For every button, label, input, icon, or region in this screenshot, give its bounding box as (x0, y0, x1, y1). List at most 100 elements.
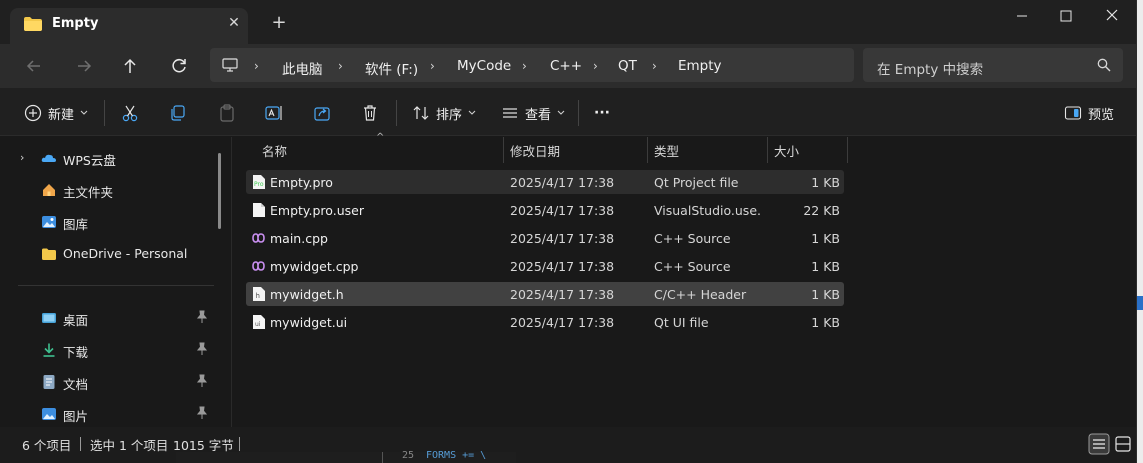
preview-pane-button[interactable]: 预览 (1064, 102, 1114, 124)
view-button[interactable]: 查看 (501, 102, 565, 124)
file-size: 1 KB (811, 259, 840, 274)
sidebar-item-gallery[interactable]: 图库 (0, 210, 216, 234)
status-bar: 6 个项目 选中 1 个项目 1015 字节 (0, 427, 1136, 463)
tab-empty[interactable]: Empty ✕ (10, 8, 248, 44)
pin-icon[interactable] (196, 342, 208, 356)
forward-arrow-icon[interactable] (72, 54, 96, 78)
share-icon[interactable] (312, 103, 332, 123)
pin-icon[interactable] (196, 406, 208, 420)
editor-line-number: 25 (402, 450, 415, 461)
cpp-source-icon (252, 233, 265, 243)
sidebar-item-label: 文档 (63, 377, 89, 392)
search-input[interactable]: 在 Empty 中搜索 (863, 48, 1123, 82)
sort-button[interactable]: 排序 (412, 102, 476, 124)
table-row[interactable]: main.cpp 2025/4/17 17:38 C++ Source 1 KB (246, 226, 844, 250)
sort-icon (413, 106, 429, 120)
cloud-icon (41, 154, 56, 162)
breadcrumb-separator: › (430, 59, 435, 73)
sidebar-item-label: WPS云盘 (63, 153, 116, 168)
preview-label: 预览 (1088, 107, 1115, 123)
sidebar-item-onedrive[interactable]: OneDrive - Personal (0, 242, 216, 266)
folder-icon (24, 17, 42, 31)
paste-icon[interactable] (217, 103, 237, 123)
chevron-down-icon (557, 110, 565, 115)
qt-project-icon: Pro (253, 175, 265, 189)
file-modified: 2025/4/17 17:38 (510, 287, 615, 302)
rename-icon[interactable] (264, 103, 284, 123)
file-type: C++ Source (654, 259, 731, 274)
up-arrow-icon[interactable] (118, 54, 142, 78)
column-header-type[interactable]: 类型 (654, 141, 679, 163)
table-row[interactable]: h mywidget.h 2025/4/17 17:38 C/C++ Heade… (246, 282, 844, 306)
new-button[interactable]: 新建 (24, 102, 88, 124)
column-divider[interactable] (503, 137, 504, 163)
tiles-view-icon[interactable] (1112, 433, 1134, 455)
column-divider[interactable] (647, 137, 648, 163)
close-window-button[interactable] (1101, 6, 1123, 26)
cut-icon[interactable] (120, 103, 140, 123)
svg-text:ui: ui (255, 321, 261, 328)
sidebar-item-label: 图库 (63, 217, 89, 232)
pin-icon[interactable] (196, 310, 208, 324)
sidebar-item-downloads[interactable]: 下载 (0, 338, 216, 362)
breadcrumb-mycode[interactable]: MyCode (457, 58, 511, 74)
file-modified: 2025/4/17 17:38 (510, 259, 615, 274)
breadcrumb-this-pc[interactable]: 此电脑 (282, 58, 323, 78)
address-bar[interactable]: › 此电脑 › 软件 (F:) › MyCode › C++ › QT › Em… (210, 48, 854, 82)
file-modified: 2025/4/17 17:38 (510, 231, 615, 246)
ui-file-icon: ui (253, 315, 265, 329)
sort-ascending-icon: ^ (376, 132, 385, 143)
table-row[interactable]: ui mywidget.ui 2025/4/17 17:38 Qt UI fil… (246, 310, 844, 334)
minimize-button[interactable] (1011, 6, 1033, 26)
delete-icon[interactable] (360, 103, 380, 123)
file-type: C++ Source (654, 231, 731, 246)
header-file-icon: h (253, 287, 265, 301)
new-tab-button[interactable]: + (270, 14, 288, 32)
search-placeholder: 在 Empty 中搜索 (877, 62, 984, 78)
chevron-right-icon[interactable]: › (20, 151, 24, 164)
sidebar-item-wps-cloud[interactable]: › WPS云盘 (0, 146, 216, 170)
table-row[interactable]: mywidget.cpp 2025/4/17 17:38 C++ Source … (246, 254, 844, 278)
maximize-button[interactable] (1055, 6, 1077, 26)
sidebar-item-pictures[interactable]: 图片 (0, 402, 216, 426)
pin-icon[interactable] (196, 374, 208, 388)
file-name: mywidget.h (270, 287, 344, 302)
back-arrow-icon[interactable] (22, 54, 46, 78)
svg-text:Pro: Pro (254, 181, 264, 188)
column-header-size[interactable]: 大小 (774, 141, 799, 163)
column-header-modified[interactable]: 修改日期 (510, 141, 560, 163)
file-type: Qt Project file (654, 175, 739, 190)
cpp-source-icon (252, 261, 265, 271)
refresh-icon[interactable] (167, 54, 191, 78)
sidebar-scrollbar[interactable] (218, 153, 221, 229)
sidebar-item-label: 下载 (63, 345, 89, 360)
toolbar-divider (104, 100, 105, 126)
toolbar-divider (396, 100, 397, 126)
breadcrumb-separator: › (652, 59, 657, 73)
view-label: 查看 (525, 107, 552, 123)
details-view-icon[interactable] (1088, 433, 1110, 455)
sort-label: 排序 (436, 107, 463, 123)
file-size: 1 KB (811, 315, 840, 330)
more-options-button[interactable]: ··· (594, 102, 610, 124)
column-header-name[interactable]: 名称 (262, 141, 287, 163)
selection-count: 选中 1 个项目 (90, 438, 169, 453)
copy-icon[interactable] (168, 103, 188, 123)
breadcrumb-drive-f[interactable]: 软件 (F:) (365, 58, 418, 78)
background-editor: 25 FORMS += \ (176, 450, 516, 463)
close-tab-icon[interactable]: ✕ (226, 15, 242, 31)
column-divider[interactable] (767, 137, 768, 163)
table-row[interactable]: Empty.pro.user 2025/4/17 17:38 VisualStu… (246, 198, 844, 222)
file-size: 1 KB (811, 287, 840, 302)
sidebar-item-home[interactable]: 主文件夹 (0, 178, 216, 202)
breadcrumb-separator: › (593, 59, 598, 73)
table-row[interactable]: Pro Empty.pro 2025/4/17 17:38 Qt Project… (246, 170, 844, 194)
view-list-icon (503, 108, 517, 118)
sidebar-item-desktop[interactable]: 桌面 (0, 306, 216, 330)
breadcrumb-cpp[interactable]: C++ (550, 58, 582, 74)
column-divider[interactable] (847, 137, 848, 163)
file-name: Empty.pro (270, 175, 333, 190)
breadcrumb-qt[interactable]: QT (618, 58, 637, 74)
breadcrumb-empty[interactable]: Empty (678, 58, 722, 74)
sidebar-item-documents[interactable]: 文档 (0, 370, 216, 394)
